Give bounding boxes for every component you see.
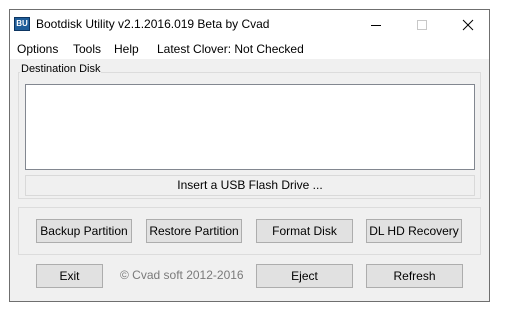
eject-button[interactable]: Eject	[256, 264, 353, 288]
menu-help[interactable]: Help	[114, 42, 139, 56]
menu-latest-clover[interactable]: Latest Clover: Not Checked	[157, 42, 304, 56]
destination-disk-list[interactable]	[25, 84, 475, 170]
disk-status-text: Insert a USB Flash Drive ...	[25, 175, 475, 196]
dl-hd-recovery-button[interactable]: DL HD Recovery	[366, 219, 462, 243]
minimize-icon	[371, 25, 381, 26]
exit-button[interactable]: Exit	[36, 264, 103, 288]
refresh-button[interactable]: Refresh	[366, 264, 463, 288]
close-icon	[462, 19, 474, 31]
copyright-text: © Cvad soft 2012-2016	[120, 268, 244, 282]
window-title: Bootdisk Utility v2.1.2016.019 Beta by C…	[36, 17, 270, 31]
backup-partition-button[interactable]: Backup Partition	[36, 219, 132, 243]
minimize-button[interactable]	[353, 10, 399, 40]
restore-partition-button[interactable]: Restore Partition	[146, 219, 242, 243]
app-icon: BU	[14, 17, 30, 31]
menu-bar: Options Tools Help Latest Clover: Not Ch…	[10, 40, 489, 59]
menu-tools[interactable]: Tools	[73, 42, 101, 56]
menu-options[interactable]: Options	[17, 42, 58, 56]
destination-disk-label: Destination Disk	[20, 63, 102, 75]
maximize-icon	[417, 20, 427, 30]
maximize-button[interactable]	[399, 10, 445, 40]
app-window: BU Bootdisk Utility v2.1.2016.019 Beta b…	[9, 9, 490, 302]
close-button[interactable]	[445, 10, 491, 40]
title-bar: BU Bootdisk Utility v2.1.2016.019 Beta b…	[10, 10, 489, 40]
format-disk-button[interactable]: Format Disk	[256, 219, 353, 243]
